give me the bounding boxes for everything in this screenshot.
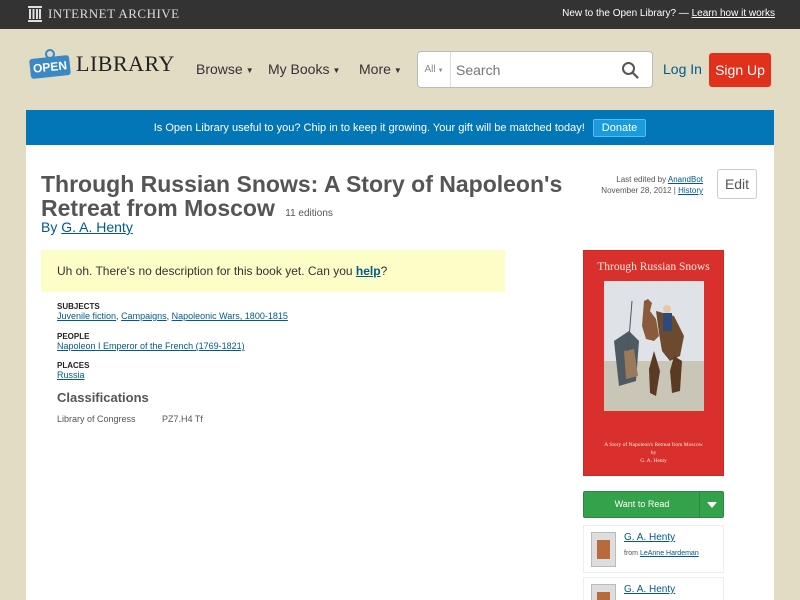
cover-author: G. A. Henty — [640, 458, 667, 464]
open-library-logo[interactable]: OPEN LIBRARY — [28, 49, 175, 80]
list-thumbnail[interactable] — [591, 532, 616, 567]
subject-link[interactable]: Napoleonic Wars, 1800-1815 — [172, 311, 288, 321]
cover-title: Through Russian Snows — [597, 261, 710, 273]
open-badge-icon: OPEN — [28, 49, 72, 80]
caret-down-icon: ▼ — [245, 65, 254, 75]
ia-logo[interactable]: Internet Archive — [28, 6, 180, 22]
no-description-notice: Uh oh. There's no description for this b… — [41, 250, 505, 292]
nav-browse-label: Browse — [196, 61, 243, 77]
editions-link[interactable]: 11 editions — [285, 208, 333, 219]
donate-button[interactable]: Donate — [592, 118, 647, 137]
search-input[interactable] — [456, 61, 606, 79]
no-description-end: ? — [380, 264, 388, 278]
classifications-heading: Classifications — [57, 390, 149, 405]
book-cover[interactable]: Through Russian Snows A Story of Napoleo… — [583, 250, 724, 476]
last-edited-prefix: Last edited by — [616, 175, 667, 184]
subjects-heading: Subjects — [57, 302, 100, 311]
place-link[interactable]: Russia — [57, 370, 85, 380]
last-edited-info: Last edited by AnandBot November 28, 201… — [601, 174, 703, 196]
loc-label: Library of Congress — [57, 414, 136, 424]
nav-my-books[interactable]: My Books ▼ — [268, 61, 340, 77]
search-icon[interactable] — [621, 61, 639, 79]
person-link[interactable]: Napoleon I Emperor of the French (1769-1… — [57, 341, 245, 351]
list-thumbnail[interactable] — [591, 584, 616, 600]
list-owner-link[interactable]: LeAnne Hardeman — [640, 550, 699, 557]
cover-subtitle: A Story of Napoleon's Retreat from Mosco… — [584, 441, 723, 465]
list-item: G. A. Henty from LeAnne Hardeman — [583, 525, 724, 573]
logo-badge-text: OPEN — [29, 54, 71, 80]
people-heading: People — [57, 332, 90, 341]
cover-illustration — [604, 281, 704, 411]
places-heading: Places — [57, 361, 90, 370]
learn-how-link[interactable]: Learn how it works — [692, 8, 775, 19]
site-header: OPEN LIBRARY Browse ▼ My Books ▼ More ▼ All… — [0, 29, 800, 109]
nav-more[interactable]: More ▼ — [359, 61, 402, 77]
caret-down-icon: ▼ — [332, 65, 341, 75]
ia-new-text: New to the Open Library? — — [562, 8, 689, 19]
loc-value: PZ7.H4 Tf — [162, 414, 203, 424]
byline-prefix: By — [41, 219, 58, 235]
nav-browse[interactable]: Browse ▼ — [196, 61, 254, 77]
edit-button[interactable]: Edit — [717, 169, 757, 199]
signup-button[interactable]: Sign Up — [709, 53, 771, 87]
want-to-read-control: Want to Read — [583, 491, 724, 518]
book-title: Through Russian Snows: A Story of Napole… — [41, 172, 601, 226]
nav-my-books-label: My Books — [268, 61, 330, 77]
subjects-section: Subjects Juvenile fiction, Campaigns, Na… — [57, 302, 288, 321]
list-item: G. A. Henty — [583, 577, 724, 600]
author-link[interactable]: G. A. Henty — [61, 219, 133, 235]
ia-top-bar: Internet Archive New to the Open Library… — [0, 0, 800, 29]
ia-logo-text: Internet Archive — [48, 6, 180, 21]
ia-new-message: New to the Open Library? — Learn how it … — [562, 8, 775, 19]
nav-more-label: More — [359, 61, 391, 77]
caret-down-icon: ▼ — [393, 65, 402, 75]
byline: By G. A. Henty — [41, 219, 133, 235]
people-section: People Napoleon I Emperor of the French … — [57, 332, 245, 351]
cover-by: by — [650, 450, 657, 456]
list-name-link[interactable]: G. A. Henty — [624, 532, 675, 543]
login-link[interactable]: Log In — [663, 61, 702, 77]
banner-text: Is Open Library useful to you? Chip in t… — [153, 121, 585, 134]
last-edited-date: November 28, 2012 | — [601, 186, 676, 195]
subject-link[interactable]: Campaigns — [121, 311, 167, 321]
donation-banner: Is Open Library useful to you? Chip in t… — [26, 110, 774, 145]
caret-down-icon: ▼ — [437, 68, 444, 74]
cover-subtitle-text: A Story of Napoleon's Retreat from Mosco… — [604, 442, 703, 448]
want-to-read-dropdown-icon[interactable] — [699, 492, 723, 517]
list-name-link[interactable]: G. A. Henty — [624, 584, 675, 595]
history-link[interactable]: History — [678, 186, 703, 195]
logo-word: LIBRARY — [76, 51, 175, 76]
help-link[interactable]: help — [356, 264, 381, 278]
subject-link[interactable]: Juvenile fiction — [57, 311, 116, 321]
book-page: Through Russian Snows: A Story of Napole… — [26, 145, 774, 600]
search-category-label: All — [424, 64, 436, 75]
list-from-prefix: from — [624, 550, 638, 557]
last-edited-user-link[interactable]: AnandBot — [668, 175, 703, 184]
archive-building-icon — [28, 6, 42, 22]
want-to-read-button[interactable]: Want to Read — [584, 492, 700, 517]
list-from: from LeAnne Hardeman — [624, 550, 699, 557]
places-section: Places Russia — [57, 361, 89, 380]
search-box: All ▼ — [417, 51, 653, 88]
search-category-select[interactable]: All ▼ — [418, 52, 451, 87]
no-description-text: Uh oh. There's no description for this b… — [57, 264, 353, 278]
